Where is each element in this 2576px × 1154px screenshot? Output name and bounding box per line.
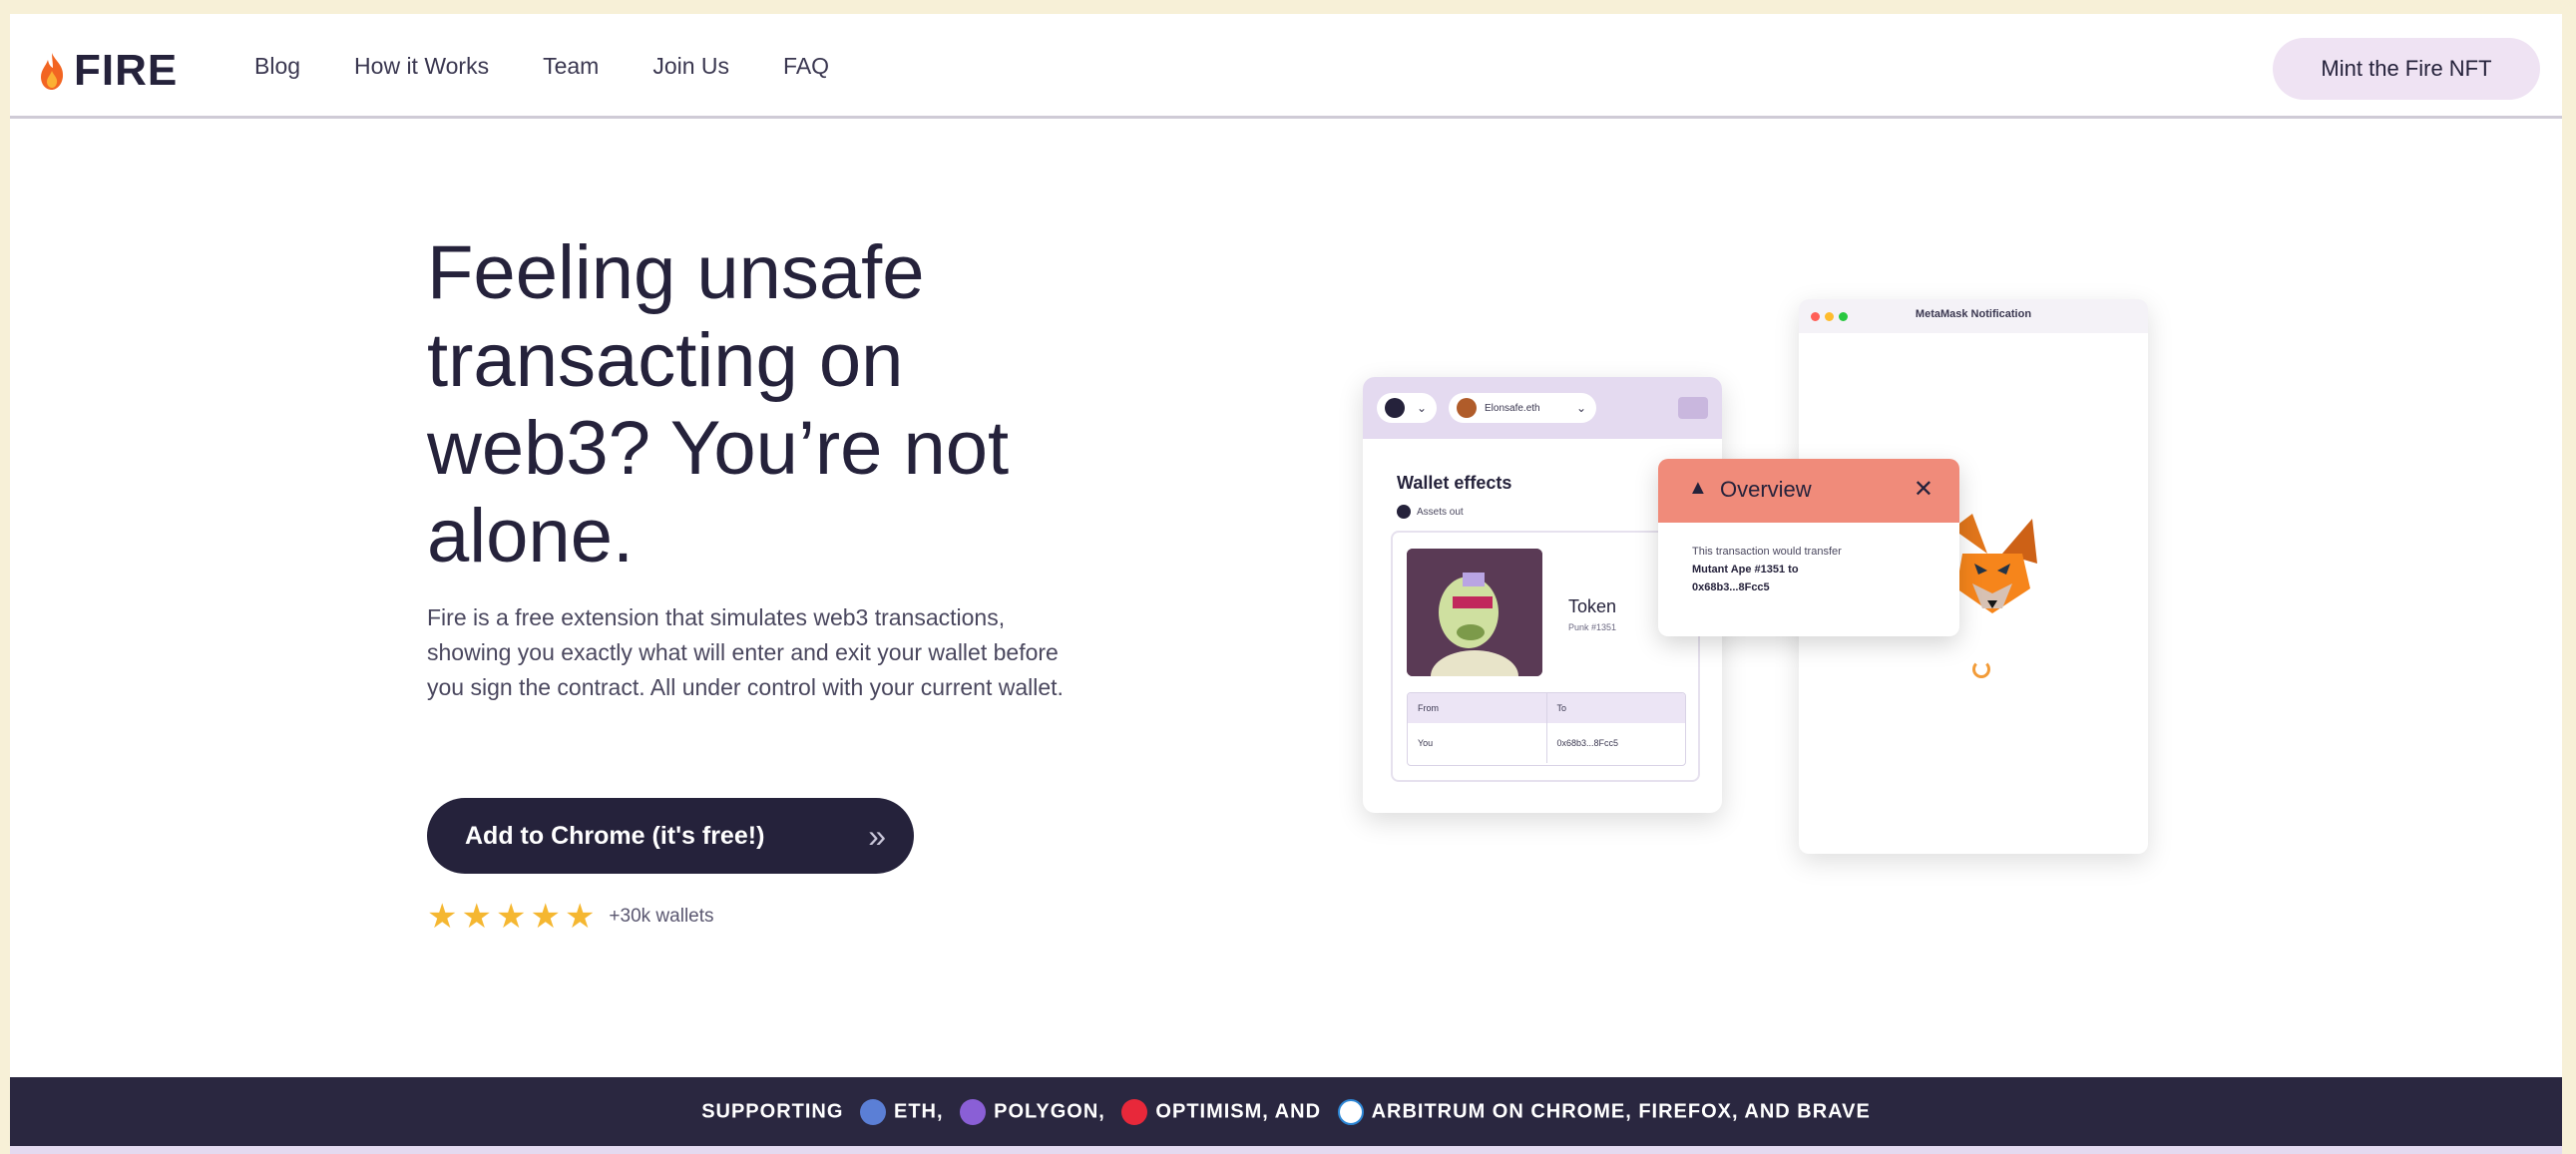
star-icon: ★ (564, 898, 596, 936)
loading-spinner-icon (1972, 660, 1990, 678)
hero-subtext: Fire is a free extension that simulates … (427, 604, 1064, 700)
overview-address: 0x68b3...8Fcc5 (1692, 581, 1770, 593)
fire-icon (41, 53, 64, 90)
token-card: Token Punk #1351 From To You 0x68b3...8F… (1391, 531, 1700, 782)
table-row: You 0x68b3...8Fcc5 (1408, 723, 1685, 763)
overview-nft: Mutant Ape #1351 to (1692, 564, 1799, 576)
window-titlebar: MetaMask Notification (1799, 299, 2148, 333)
overview-header: ▲ Overview ✕ (1658, 459, 1959, 523)
logo[interactable]: FIRE (38, 46, 178, 96)
nav-blog[interactable]: Blog (254, 53, 300, 80)
arrow-out-icon (1397, 505, 1411, 519)
hero-headline: Feeling unsafe transacting on web3? You’… (427, 230, 1010, 578)
token-name: Token (1568, 596, 1617, 616)
nav-faq[interactable]: FAQ (783, 53, 829, 80)
column-header: To (1556, 703, 1567, 713)
mutant-ape-image (1407, 549, 1542, 676)
supported-chains-band: SUPPORTING ETH, POLYGON, OPTIMISM, AND A… (10, 1077, 2562, 1154)
eth-label: ETH, (894, 1099, 944, 1122)
account-selector[interactable]: Elonsafe.eth ⌄ (1449, 393, 1596, 423)
rating-text: +30k wallets (609, 906, 714, 927)
network-icon (1385, 398, 1405, 418)
star-icon: ★ (530, 898, 561, 936)
overview-text: This transaction would transfer Mutant A… (1692, 543, 1941, 596)
assets-out-label: Assets out (1417, 506, 1464, 518)
nav-join-us[interactable]: Join Us (652, 53, 729, 80)
chevron-down-icon: ⌄ (1416, 401, 1427, 415)
star-icon: ★ (427, 898, 458, 936)
assets-out: Assets out (1397, 505, 1464, 519)
warning-icon: ▲ (1688, 477, 1708, 499)
arbitrum-label: ARBITRUM ON CHROME, FIREFOX, AND BRAVE (1371, 1099, 1871, 1122)
chevron-down-icon: ⌄ (1575, 401, 1586, 415)
notification-title: MetaMask Notification (1915, 308, 2032, 320)
optimism-label: OPTIMISM, AND (1155, 1099, 1322, 1122)
nft-image (1407, 549, 1542, 676)
table-header: From To (1408, 693, 1685, 723)
nav-team[interactable]: Team (543, 53, 599, 80)
chevron-right-icon: » (868, 818, 886, 854)
overview-popup: ▲ Overview ✕ This transaction would tran… (1658, 459, 1959, 636)
top-nav: FIRE Blog How it Works Team Join Us FAQ … (10, 14, 2562, 119)
cta-label: Add to Chrome (it's free!) (465, 821, 765, 850)
page-frame: FIRE Blog How it Works Team Join Us FAQ … (10, 14, 2562, 1154)
polygon-label: POLYGON, (994, 1099, 1105, 1122)
wallet-effects-title: Wallet effects (1397, 473, 1512, 493)
avatar (1457, 398, 1477, 418)
table-cell: You (1408, 723, 1547, 763)
logo-text: FIRE (74, 46, 179, 95)
star-icon: ★ (461, 898, 492, 936)
overview-title: Overview (1720, 477, 1812, 502)
account-label: Elonsafe.eth (1485, 402, 1540, 414)
table-cell: 0x68b3...8Fcc5 (1556, 738, 1619, 748)
star-icon: ★ (495, 898, 527, 936)
overview-line: This transaction would transfer (1692, 546, 1842, 558)
extension-toolbar: ⌄ Elonsafe.eth ⌄ (1363, 377, 1722, 439)
polygon-icon (960, 1098, 987, 1125)
supported-chains-text: SUPPORTING ETH, POLYGON, OPTIMISM, AND A… (701, 1098, 1871, 1125)
arbitrum-icon (1337, 1098, 1364, 1125)
main-nav: Blog How it Works Team Join Us FAQ (254, 14, 883, 119)
network-selector[interactable]: ⌄ (1377, 393, 1437, 423)
supporting-label: SUPPORTING (701, 1099, 844, 1122)
nav-how-it-works[interactable]: How it Works (354, 53, 489, 80)
token-subtitle: Punk #1351 (1568, 622, 1617, 632)
ethereum-icon (860, 1098, 886, 1125)
add-to-chrome-button[interactable]: Add to Chrome (it's free!) » (427, 798, 914, 874)
rating: ★ ★ ★ ★ ★ +30k wallets (427, 900, 714, 934)
column-header: From (1408, 693, 1547, 723)
menu-icon[interactable] (1678, 397, 1708, 419)
optimism-icon (1121, 1098, 1148, 1125)
transfer-table: From To You 0x68b3...8Fcc5 (1407, 692, 1686, 766)
mint-nft-button[interactable]: Mint the Fire NFT (2273, 38, 2540, 100)
close-icon[interactable]: ✕ (1914, 475, 1933, 504)
